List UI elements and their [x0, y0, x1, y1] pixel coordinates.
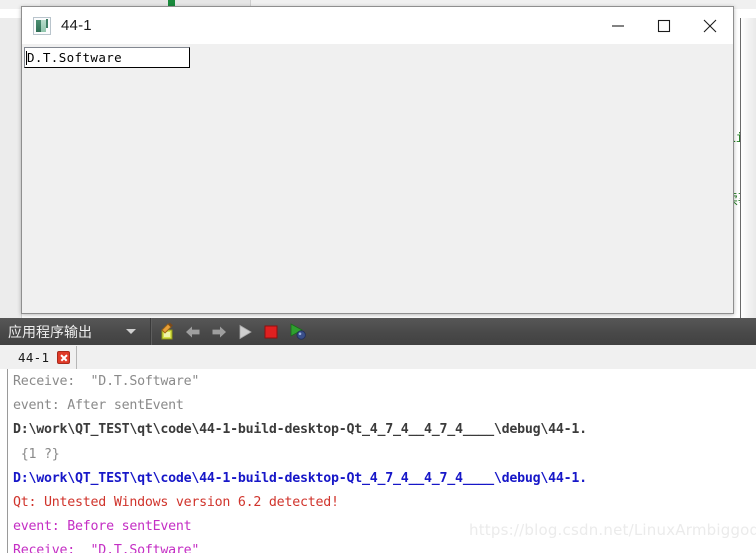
tab-close-icon[interactable]	[57, 350, 71, 364]
output-line: event: After sentEvent	[13, 398, 184, 414]
text-input-value: D.T.Software	[27, 50, 123, 65]
dialog-content-area: D.T.Software	[22, 44, 733, 313]
stop-icon	[264, 325, 278, 338]
output-tab-44-1[interactable]: 44-1	[0, 345, 78, 369]
prev-item-button[interactable]	[180, 318, 206, 345]
minimize-button[interactable]	[595, 7, 641, 44]
screen-root: Li 续事 44-1 D.T.Software 应用程序输出 44-1 Rece…	[0, 0, 756, 553]
output-selector-label: 应用程序输出	[8, 324, 92, 341]
clear-output-button[interactable]	[154, 318, 180, 345]
play-icon	[239, 324, 252, 339]
editor-right-margin	[741, 18, 756, 325]
arrow-left-icon	[186, 326, 200, 337]
app-dialog-window[interactable]: 44-1 D.T.Software	[21, 6, 734, 314]
run-button[interactable]	[232, 318, 258, 345]
editor-line-gutter	[0, 18, 22, 325]
run-debug-icon	[290, 323, 306, 340]
close-icon	[703, 19, 717, 32]
dialog-title: 44-1	[61, 17, 92, 34]
output-line: Receive: "D.T.Software"	[13, 543, 200, 553]
output-line: Receive: "D.T.Software"	[13, 374, 200, 389]
output-pane-toolbar: 应用程序输出	[0, 318, 756, 345]
output-line: {1 ?}	[13, 446, 60, 462]
run-debug-button[interactable]	[284, 318, 310, 345]
maximize-icon	[657, 19, 671, 32]
output-tab-row: 44-1	[0, 345, 756, 370]
minimize-icon	[612, 24, 624, 27]
text-input-field[interactable]: D.T.Software	[24, 47, 190, 68]
arrow-right-icon	[212, 326, 226, 337]
watermark: https://blog.csdn.net/LinuxArmbiggod	[469, 521, 756, 539]
output-line: D:\work\QT_TEST\qt\code\44-1-build-deskt…	[13, 422, 587, 438]
output-line: Qt: Untested Windows version 6.2 detecte…	[13, 495, 339, 511]
close-button[interactable]	[687, 7, 733, 44]
output-line: D:\work\QT_TEST\qt\code\44-1-build-deskt…	[13, 470, 587, 486]
output-selector-combobox[interactable]: 应用程序输出	[0, 318, 150, 345]
clear-output-icon	[160, 322, 173, 340]
output-tab-label: 44-1	[18, 349, 50, 365]
toolbar-separator	[150, 318, 152, 345]
maximize-button[interactable]	[641, 7, 687, 44]
stop-button[interactable]	[258, 318, 284, 345]
next-item-button[interactable]	[206, 318, 232, 345]
window-controls	[595, 7, 733, 44]
app-window-icon	[33, 16, 51, 35]
chevron-down-icon	[126, 329, 136, 334]
dialog-title-bar[interactable]: 44-1	[22, 7, 733, 44]
output-left-margin	[0, 369, 8, 553]
